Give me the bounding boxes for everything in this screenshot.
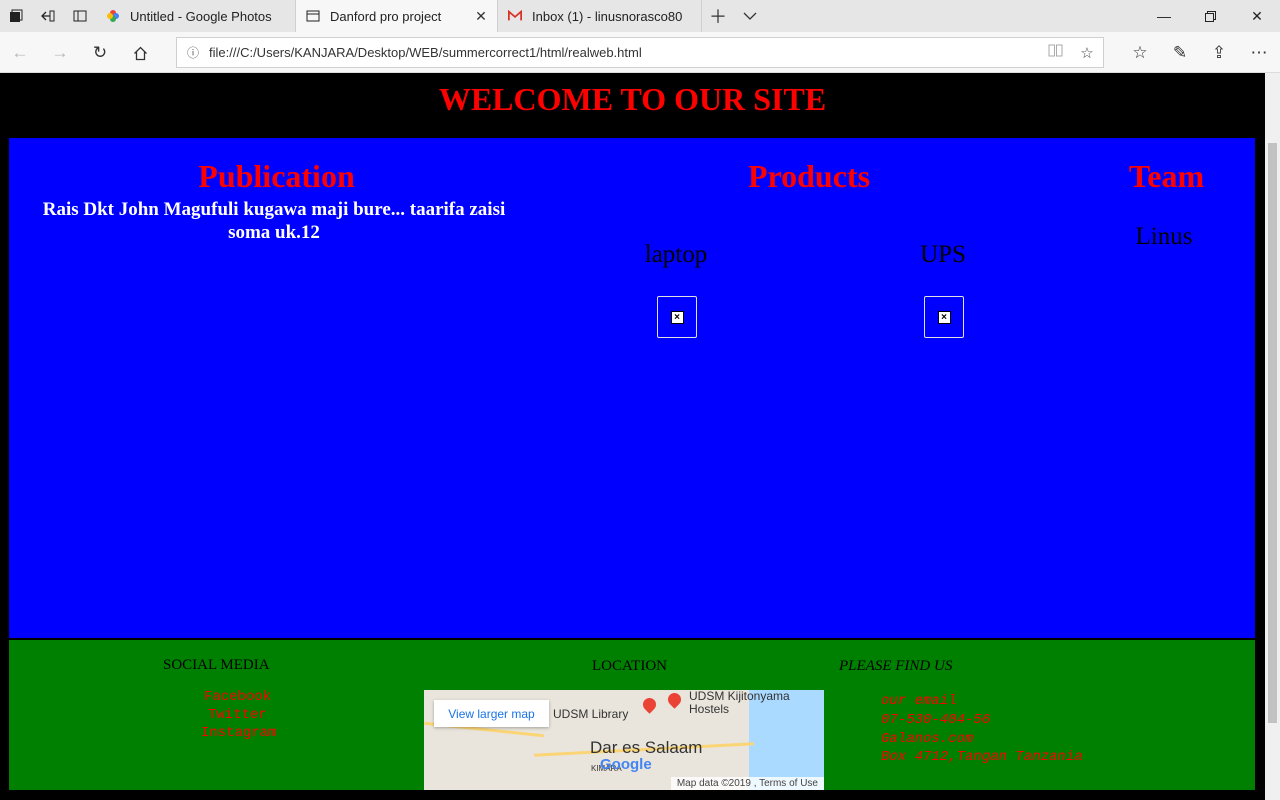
google-logo: Google [600, 756, 652, 773]
reading-view-icon[interactable] [1039, 44, 1071, 61]
favorite-star-icon[interactable]: ☆ [1071, 44, 1103, 62]
show-tabs-icon[interactable] [64, 0, 96, 32]
location-heading: LOCATION [592, 658, 667, 674]
tab-title: Inbox (1) - linusnorasco804( [532, 8, 682, 24]
chevron-down-icon[interactable] [734, 0, 766, 32]
view-larger-map-link[interactable]: View larger map [434, 700, 549, 727]
map-pin-icon[interactable] [665, 690, 684, 709]
set-aside-tabs-icon[interactable] [32, 0, 64, 32]
tab-google-photos[interactable]: Untitled - Google Photos [96, 0, 296, 32]
web-page: WELCOME TO OUR SITE Publication Rais Dkt… [0, 73, 1265, 800]
more-icon[interactable]: ⋯ [1245, 39, 1273, 67]
gmail-icon [508, 9, 522, 23]
contact-website: Galanos.com [881, 731, 974, 747]
facebook-link[interactable]: Facebook [204, 689, 271, 705]
product-name-laptop: laptop [644, 241, 708, 268]
page-title: WELCOME TO OUR SITE [438, 81, 827, 117]
refresh-icon[interactable]: ↻ [86, 39, 114, 67]
laptop-broken-image-icon: × [657, 296, 697, 338]
product-name-ups: UPS [920, 241, 966, 268]
home-icon[interactable] [126, 39, 154, 67]
contact-phone: 07-530-404-56 [881, 712, 991, 728]
map-label-city: Dar es Salaam [590, 738, 703, 757]
close-tab-icon[interactable]: ✕ [473, 8, 489, 24]
forward-icon[interactable]: → [46, 39, 74, 67]
instagram-link[interactable]: Instagram [201, 725, 277, 741]
products-heading: Products [747, 158, 871, 194]
minimize-icon[interactable]: — [1141, 0, 1187, 32]
main-section: Publication Rais Dkt John Magufuli kugaw… [9, 138, 1255, 638]
scrollbar-thumb[interactable] [1268, 143, 1277, 723]
share-icon[interactable]: ⇪ [1205, 39, 1233, 67]
publication-text: Rais Dkt John Magufuli kugawa maji bure.… [42, 199, 506, 243]
map-label-hostels: UDSM Kijitonyama Hostels [689, 690, 790, 716]
contact-email: our email [881, 693, 957, 709]
info-icon[interactable]: ⓘ [177, 44, 209, 61]
social-media-heading: SOCIAL MEDIA [163, 657, 270, 673]
pen-icon[interactable]: ✎ [1166, 39, 1194, 67]
tab-actions-icon[interactable] [0, 0, 32, 32]
address-bar: ← → ↻ ⓘ file:///C:/Users/KANJARA/Desktop… [0, 32, 1280, 73]
embedded-map[interactable]: View larger map UDSM Library UDSM Kijito… [424, 690, 824, 790]
footer: SOCIAL MEDIA Facebook Twitter Instagram … [9, 640, 1255, 790]
ups-broken-image-icon: × [924, 296, 964, 338]
close-window-icon[interactable]: ✕ [1234, 0, 1280, 32]
team-member: Linus [1135, 223, 1193, 250]
contact-heading: PLEASE FIND US [839, 658, 953, 674]
contact-address: Box 4712,Tangan Tanzania [881, 749, 1083, 765]
back-icon[interactable]: ← [6, 39, 34, 67]
url-field[interactable]: ⓘ file:///C:/Users/KANJARA/Desktop/WEB/s… [176, 37, 1104, 68]
tab-gmail-inbox[interactable]: Inbox (1) - linusnorasco804( [498, 0, 702, 32]
twitter-link[interactable]: Twitter [208, 707, 267, 723]
vertical-scrollbar[interactable] [1265, 73, 1280, 800]
publication-heading: Publication [198, 158, 355, 194]
favorites-hub-icon[interactable]: ☆ [1126, 39, 1154, 67]
tab-danford-project[interactable]: Danford pro project ✕ [296, 0, 498, 32]
url-text: file:///C:/Users/KANJARA/Desktop/WEB/sum… [209, 45, 642, 60]
map-label-library: UDSM Library [553, 707, 629, 721]
restore-icon[interactable] [1187, 0, 1233, 32]
tab-title: Danford pro project [330, 8, 442, 24]
new-tab-icon[interactable]: ＋ [702, 0, 734, 32]
map-pin-icon[interactable] [640, 695, 659, 714]
page-icon [306, 9, 320, 23]
google-photos-icon [106, 9, 120, 23]
map-attribution[interactable]: Map data ©2019 , Terms of Use [670, 777, 824, 790]
team-heading: Team [1128, 158, 1205, 194]
tab-title: Untitled - Google Photos [130, 8, 272, 24]
tab-bar: Untitled - Google Photos Danford pro pro… [0, 0, 1280, 32]
